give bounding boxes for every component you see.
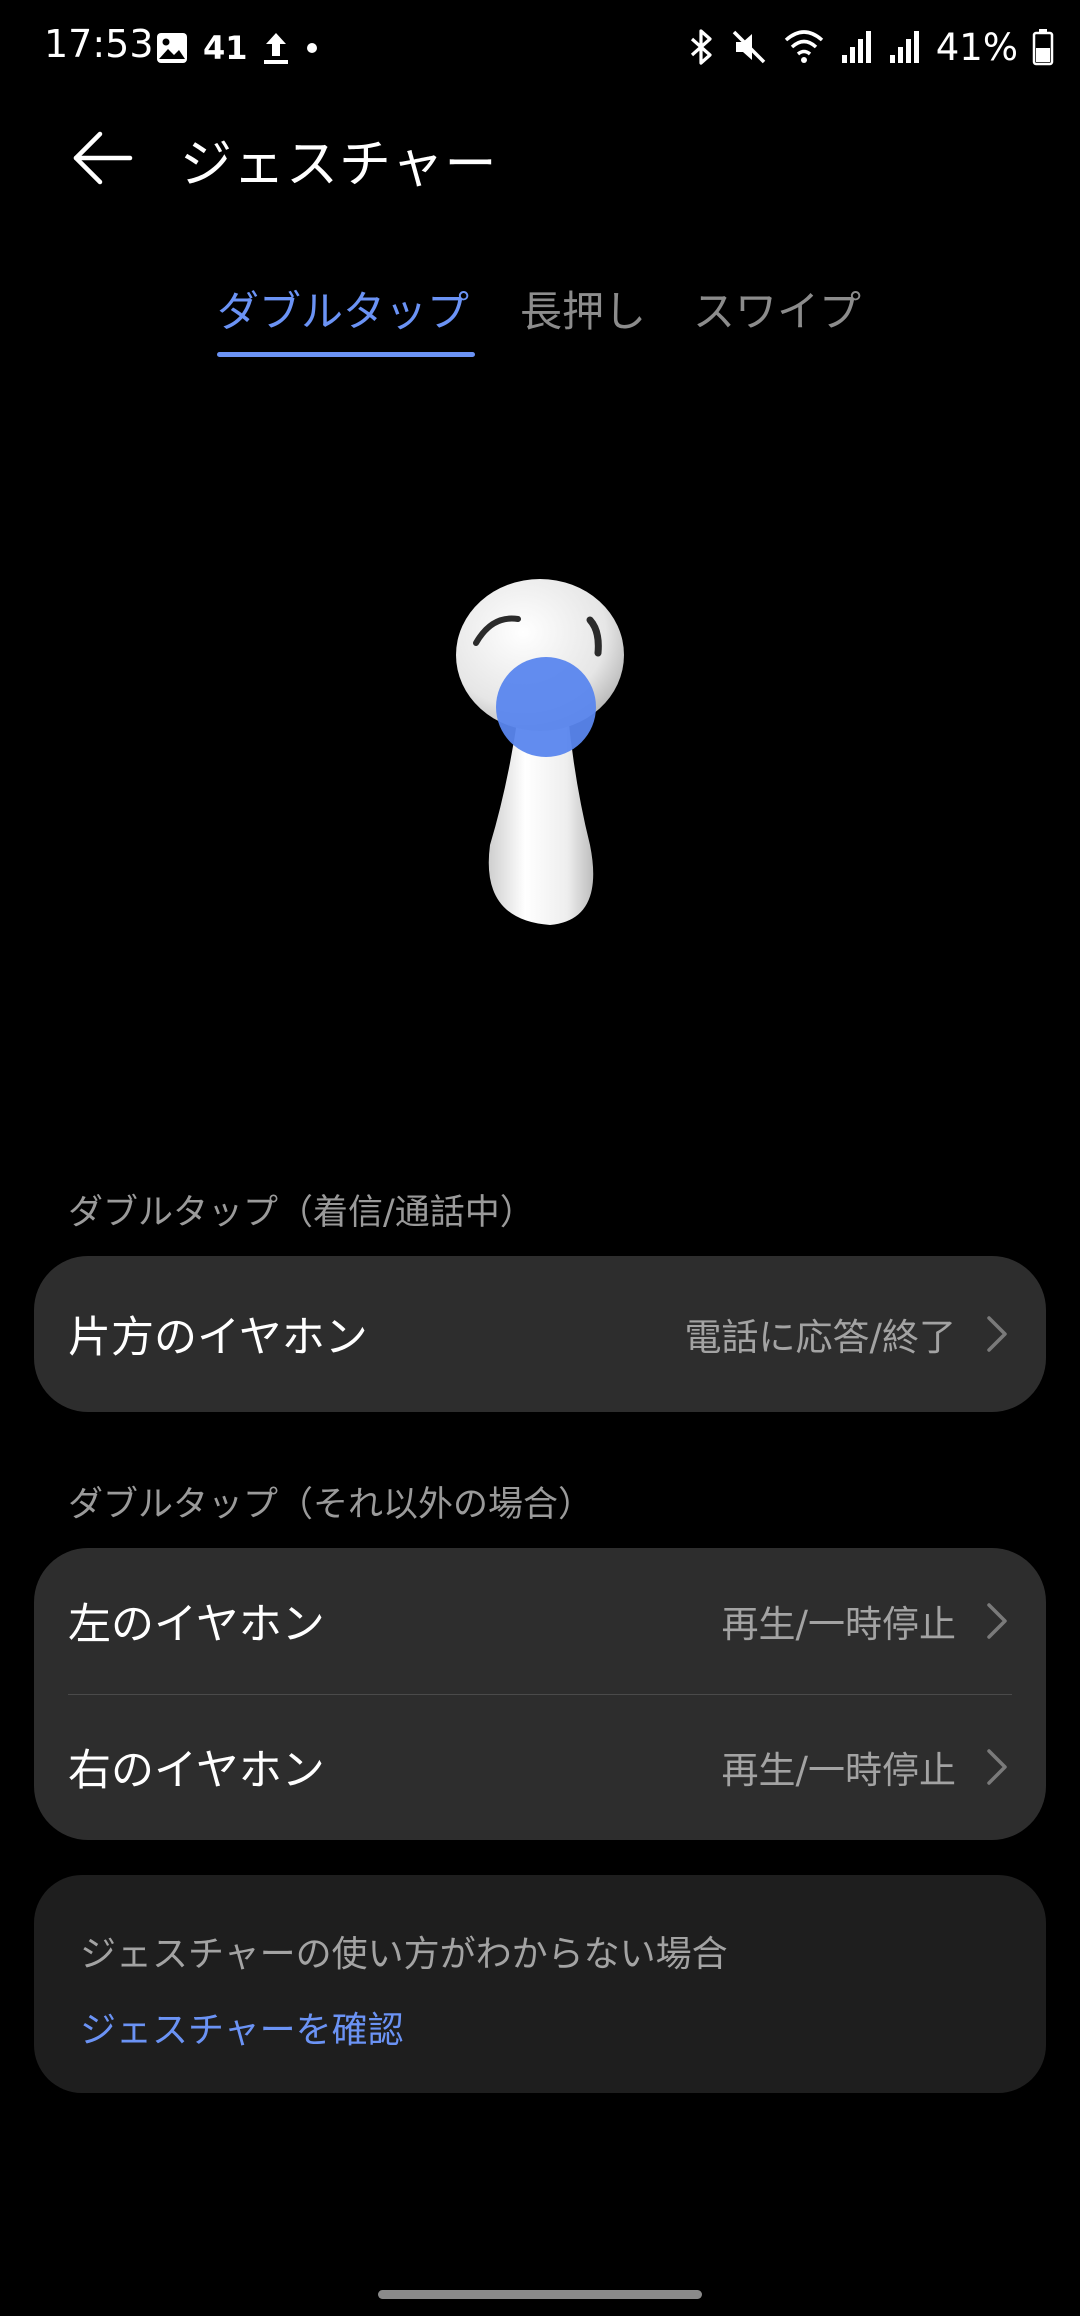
dot-icon <box>306 43 317 53</box>
chevron-right-icon <box>987 1603 1007 1639</box>
row-single-earbud[interactable]: 片方のイヤホン 電話に応答/終了 <box>34 1256 1046 1412</box>
help-text: ジェスチャーの使い方がわからない場合 <box>80 1934 728 1975</box>
row-value: 再生/一時停止 <box>721 1749 956 1792</box>
chevron-right-icon <box>987 1316 1007 1352</box>
row-left-earbud[interactable]: 左のイヤホン 再生/一時停止 <box>34 1548 1046 1694</box>
home-indicator[interactable] <box>378 2290 702 2299</box>
settings-card-call: 片方のイヤホン 電話に応答/終了 <box>34 1256 1046 1412</box>
battery-icon <box>1032 29 1054 66</box>
row-value: 再生/一時停止 <box>721 1603 956 1646</box>
chevron-right-icon <box>987 1749 1007 1785</box>
row-label: 左のイヤホン <box>68 1600 325 1650</box>
tab-double-tap[interactable]: ダブルタップ <box>217 278 469 358</box>
notification-count: 41 <box>203 29 248 67</box>
arrow-left-icon <box>73 131 133 185</box>
help-card: ジェスチャーの使い方がわからない場合 ジェスチャーを確認 <box>34 1875 1046 2093</box>
status-notification-icons: 41 <box>155 26 320 70</box>
tap-indicator <box>496 657 596 757</box>
row-value: 電話に応答/終了 <box>684 1316 956 1359</box>
row-right-earbud[interactable]: 右のイヤホン 再生/一時停止 <box>34 1694 1046 1840</box>
bluetooth-icon <box>690 29 712 65</box>
row-label: 右のイヤホン <box>68 1746 325 1796</box>
tab-long-press[interactable]: 長押し <box>520 278 646 358</box>
tab-swipe[interactable]: スワイプ <box>693 278 861 358</box>
gallery-icon <box>157 33 187 63</box>
status-bar: 17:53 41 41% <box>0 0 1080 96</box>
page-title: ジェスチャー <box>180 135 498 195</box>
earbud-illustration <box>456 579 624 925</box>
check-gestures-link[interactable]: ジェスチャーを確認 <box>80 2001 404 2053</box>
section-label-other: ダブルタップ（それ以外の場合） <box>68 1485 594 1525</box>
battery-percent: 41% <box>935 25 1018 69</box>
wifi-icon <box>784 30 823 63</box>
signal-2-icon <box>889 31 919 63</box>
section-label-incoming-call: ダブルタップ（着信/通話中） <box>68 1193 535 1233</box>
back-button[interactable] <box>62 118 142 198</box>
gesture-tabs: ダブルタップ 長押し スワイプ <box>0 278 1080 358</box>
status-system-icons: 41% <box>686 22 1054 72</box>
status-time: 17:53 <box>44 22 154 66</box>
mute-icon <box>732 30 765 64</box>
row-label: 片方のイヤホン <box>68 1313 368 1363</box>
settings-card-other: 左のイヤホン 再生/一時停止 右のイヤホン 再生/一時停止 <box>34 1548 1046 1840</box>
active-tab-indicator <box>217 352 475 357</box>
upload-icon <box>263 33 288 64</box>
signal-1-icon <box>841 31 871 63</box>
